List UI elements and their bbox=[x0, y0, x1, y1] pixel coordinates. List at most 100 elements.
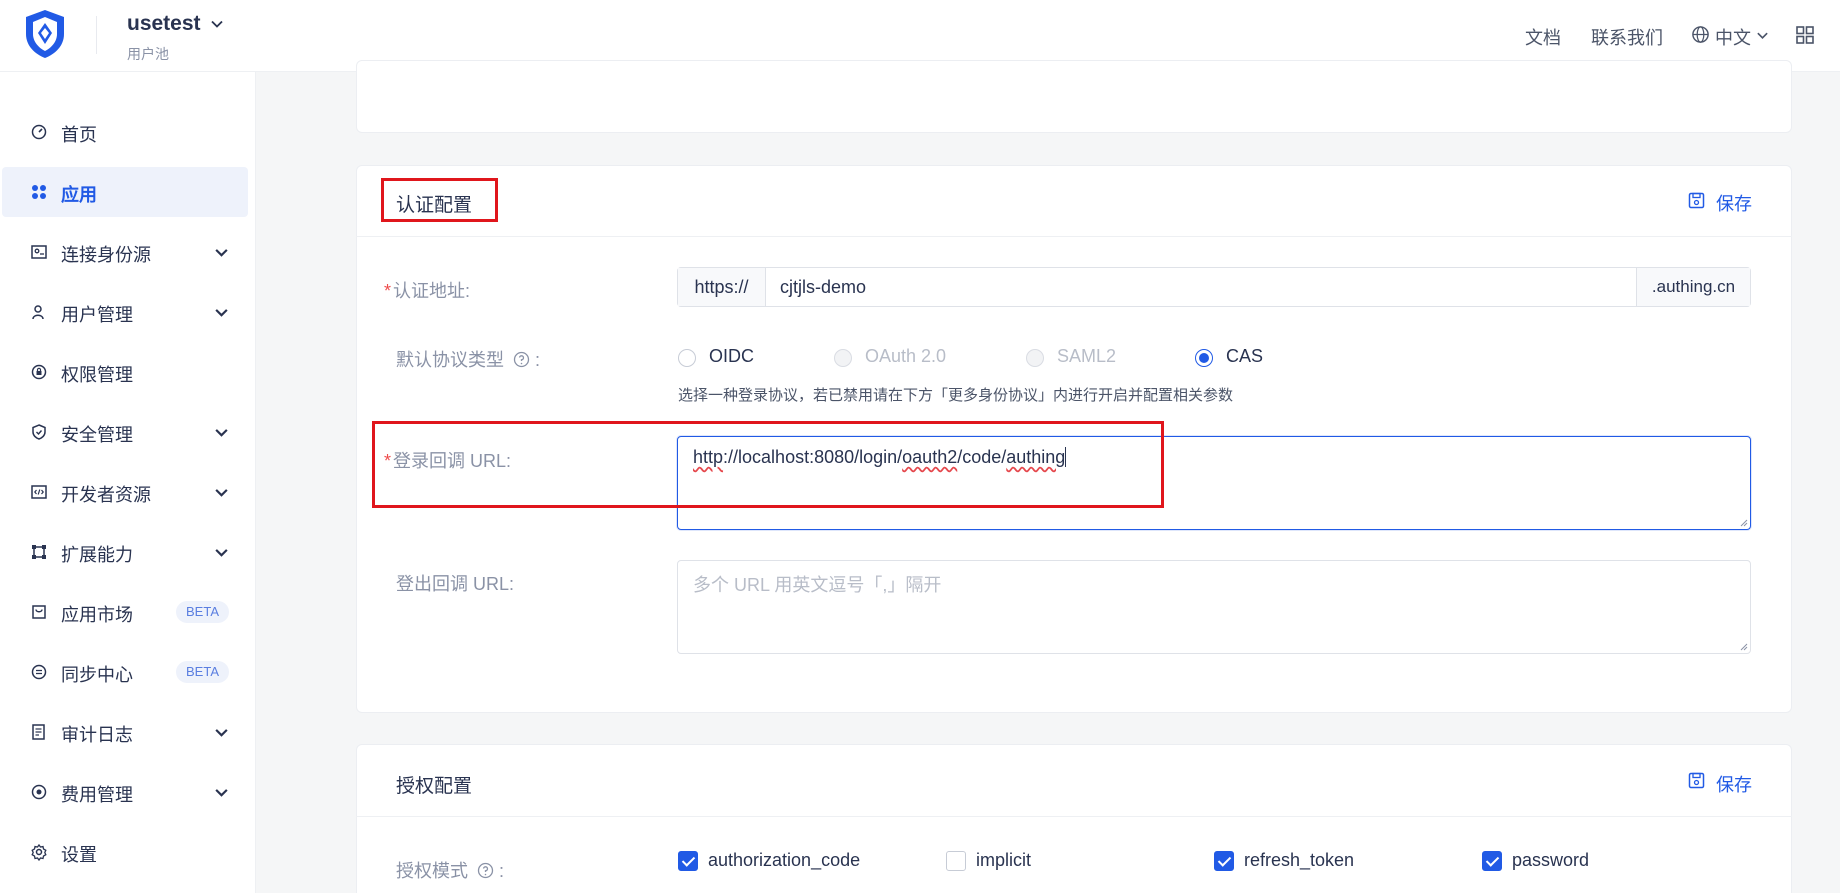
checkbox-refresh-token[interactable] bbox=[1214, 851, 1234, 871]
sidebar-item-label: 应用 bbox=[61, 185, 97, 205]
sidebar-item-label: 设置 bbox=[61, 845, 97, 865]
radio-label-saml2: SAML2 bbox=[1057, 346, 1117, 366]
card-divider bbox=[356, 816, 1792, 817]
checkbox-label-implicit[interactable]: implicit bbox=[976, 850, 1031, 871]
grant-mode-label: 授权模式 : bbox=[396, 861, 505, 881]
sidebar-item-home[interactable]: 首页 bbox=[2, 107, 248, 157]
checkbox-authorization-code[interactable] bbox=[678, 851, 698, 871]
chevron-down-icon bbox=[215, 249, 228, 257]
sync-icon bbox=[31, 664, 47, 680]
sidebar-item-identity-sources[interactable]: 连接身份源 bbox=[2, 227, 248, 277]
user-pool-name[interactable]: usetest bbox=[127, 12, 201, 36]
sidebar-item-label: 用户管理 bbox=[61, 305, 133, 325]
sidebar-item-label: 同步中心 bbox=[61, 665, 133, 685]
chevron-down-icon bbox=[215, 549, 228, 557]
auth-address-input-group: https:// .authing.cn bbox=[677, 267, 1751, 307]
radio-label-oidc[interactable]: OIDC bbox=[709, 346, 754, 367]
highlight-box bbox=[372, 421, 1164, 508]
sidebar-item-label: 应用市场 bbox=[61, 605, 133, 625]
sidebar-item-label: 费用管理 bbox=[61, 785, 133, 805]
gear-icon bbox=[31, 843, 47, 861]
grant-config-title: 授权配置 bbox=[396, 776, 473, 797]
chevron-down-icon[interactable] bbox=[210, 17, 224, 31]
sidebar-item-users[interactable]: 用户管理 bbox=[2, 287, 248, 337]
globe-icon[interactable] bbox=[1691, 25, 1710, 44]
auth-address-label: * 认证地址: bbox=[384, 281, 471, 301]
checkbox-label-authorization-code[interactable]: authorization_code bbox=[708, 850, 860, 871]
radio-oidc[interactable] bbox=[678, 349, 696, 367]
sidebar-item-billing[interactable]: 费用管理 bbox=[2, 767, 248, 817]
sidebar-item-sync-center[interactable]: 同步中心 BETA bbox=[2, 647, 248, 697]
radio-label-oauth2: OAuth 2.0 bbox=[865, 346, 947, 366]
radio-oauth2[interactable] bbox=[834, 349, 852, 367]
sidebar-item-label: 审计日志 bbox=[61, 725, 133, 745]
user-pool-caption: 用户池 bbox=[127, 46, 169, 62]
chevron-down-icon bbox=[215, 309, 228, 317]
radio-saml2[interactable] bbox=[1026, 349, 1044, 367]
docs-link[interactable]: 文档 bbox=[1525, 24, 1561, 50]
beta-badge: BETA bbox=[176, 601, 229, 623]
resize-grip-icon[interactable] bbox=[1738, 641, 1748, 651]
highlight-box bbox=[381, 178, 498, 222]
checkbox-label-password[interactable]: password bbox=[1512, 850, 1589, 871]
header-divider bbox=[96, 16, 97, 54]
auth-config-save-button[interactable]: 保存 bbox=[1716, 190, 1752, 216]
card-divider bbox=[356, 236, 1792, 237]
sidebar-item-developer[interactable]: 开发者资源 bbox=[2, 467, 248, 517]
dashboard-icon bbox=[31, 124, 47, 140]
sidebar-item-settings[interactable]: 设置 bbox=[2, 827, 248, 877]
previous-section-card bbox=[356, 60, 1792, 133]
code-icon bbox=[31, 485, 47, 499]
sidebar-item-label: 扩展能力 bbox=[61, 545, 133, 565]
auth-address-input[interactable] bbox=[766, 268, 1614, 306]
checkbox-label-refresh-token[interactable]: refresh_token bbox=[1244, 850, 1354, 871]
shield-icon bbox=[32, 424, 46, 440]
app-grid-icon[interactable] bbox=[1795, 25, 1815, 45]
chevron-down-icon bbox=[215, 429, 228, 437]
checkbox-password[interactable] bbox=[1482, 851, 1502, 871]
chevron-down-icon bbox=[215, 789, 228, 797]
language-switcher[interactable]: 中文 bbox=[1715, 24, 1751, 50]
sidebar-item-extensions[interactable]: 扩展能力 bbox=[2, 527, 248, 577]
beta-badge: BETA bbox=[176, 661, 229, 683]
sidebar-item-label: 开发者资源 bbox=[61, 485, 151, 505]
logout-callback-label: 登出回调 URL: bbox=[396, 574, 515, 594]
protocol-hint: 选择一种登录协议，若已禁用请在下方「更多身份协议」内进行开启并配置相关参数 bbox=[678, 387, 1234, 404]
radio-label-cas[interactable]: CAS bbox=[1226, 346, 1263, 367]
contact-us-link[interactable]: 联系我们 bbox=[1591, 24, 1663, 50]
sidebar-item-label: 首页 bbox=[61, 125, 97, 145]
help-icon[interactable] bbox=[477, 862, 494, 879]
radio-cas[interactable] bbox=[1195, 349, 1213, 367]
billing-icon bbox=[31, 784, 47, 800]
chevron-down-icon bbox=[215, 489, 228, 497]
protocol-label: 默认协议类型 : bbox=[396, 350, 541, 370]
apps-icon bbox=[32, 185, 46, 199]
sidebar-item-audit-logs[interactable]: 审计日志 bbox=[2, 707, 248, 757]
log-icon bbox=[32, 724, 45, 740]
extension-icon bbox=[32, 545, 46, 559]
resize-grip-icon[interactable] bbox=[1738, 517, 1748, 527]
sidebar-item-security[interactable]: 安全管理 bbox=[2, 407, 248, 457]
sidebar: 首页 应用 连接身份源 用户管理 权限管理 安全管理 开发者资源 扩展能力 应用… bbox=[0, 72, 256, 893]
url-suffix: .authing.cn bbox=[1636, 268, 1750, 306]
sidebar-item-label: 安全管理 bbox=[61, 425, 133, 445]
sidebar-item-permissions[interactable]: 权限管理 bbox=[2, 347, 248, 397]
checkbox-implicit[interactable] bbox=[946, 851, 966, 871]
market-icon bbox=[32, 605, 46, 619]
sidebar-item-apps[interactable]: 应用 bbox=[2, 167, 248, 217]
help-icon[interactable] bbox=[513, 351, 530, 368]
sidebar-item-marketplace[interactable]: 应用市场 BETA bbox=[2, 587, 248, 637]
url-prefix: https:// bbox=[678, 268, 766, 306]
id-card-icon bbox=[31, 245, 47, 259]
lock-icon bbox=[31, 364, 47, 380]
grant-config-save-button[interactable]: 保存 bbox=[1716, 771, 1752, 797]
authing-logo-icon[interactable] bbox=[22, 8, 68, 60]
save-icon[interactable] bbox=[1688, 772, 1705, 789]
chevron-down-icon bbox=[215, 729, 228, 737]
logout-callback-textarea[interactable]: 多个 URL 用英文逗号「,」隔开 bbox=[677, 560, 1751, 654]
user-icon bbox=[32, 305, 44, 320]
sidebar-item-label: 权限管理 bbox=[61, 365, 133, 385]
sidebar-item-label: 连接身份源 bbox=[61, 245, 151, 265]
chevron-down-icon[interactable] bbox=[1756, 29, 1769, 42]
save-icon[interactable] bbox=[1688, 192, 1705, 209]
